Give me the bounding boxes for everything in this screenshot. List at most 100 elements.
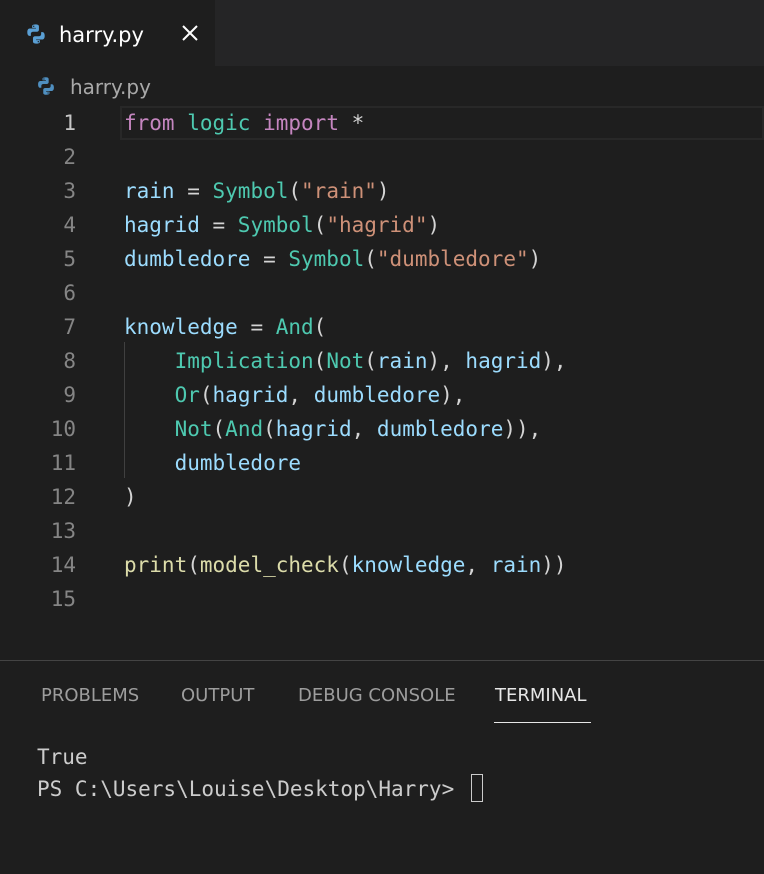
code-token: Not xyxy=(326,349,365,373)
code-token: model_check xyxy=(199,553,339,577)
code-token: , xyxy=(288,383,314,407)
code-line[interactable]: 6 xyxy=(0,276,764,310)
code-token: ( xyxy=(187,553,200,577)
line-number: 1 xyxy=(63,111,76,135)
tab-terminal[interactable]: TERMINAL xyxy=(495,683,587,709)
terminal-output: True xyxy=(37,745,88,769)
code-token: ) xyxy=(376,179,390,203)
code-token: = xyxy=(174,179,213,203)
code-token: logic xyxy=(187,111,251,135)
line-number: 2 xyxy=(63,145,76,169)
code-line[interactable]: 3 rain = Symbol("rain") xyxy=(0,174,764,208)
code-token: from xyxy=(124,111,175,135)
tab-debug-console[interactable]: DEBUG CONSOLE xyxy=(298,683,456,709)
code-token: ( xyxy=(364,349,377,373)
code-token: dumbledore xyxy=(376,417,504,441)
code-token: import xyxy=(263,111,339,135)
breadcrumb: harry.py xyxy=(0,66,764,104)
code-token: rain xyxy=(376,349,428,373)
code-token: ) xyxy=(528,247,542,271)
code-token: And xyxy=(275,315,314,339)
code-token: Symbol xyxy=(237,213,314,237)
code-text: knowledge = And( xyxy=(124,310,326,344)
code-line[interactable]: 9 Or(hagrid, dumbledore), xyxy=(0,378,764,412)
code-token: )) xyxy=(541,553,567,577)
code-token: )), xyxy=(503,417,542,441)
code-token: ( xyxy=(263,417,276,441)
code-token: knowledge xyxy=(351,553,466,577)
code-text: dumbledore = Symbol("dumbledore") xyxy=(124,242,541,276)
line-number: 13 xyxy=(50,519,76,543)
line-number: 8 xyxy=(63,349,76,373)
code-token: ), xyxy=(440,383,466,407)
line-number: 3 xyxy=(63,179,76,203)
code-token: = xyxy=(199,213,238,237)
code-line[interactable]: 13 xyxy=(0,514,764,548)
code-token: * xyxy=(338,111,365,135)
code-line[interactable]: 7 knowledge = And( xyxy=(0,310,764,344)
code-token: hagrid xyxy=(212,383,289,407)
terminal-cursor xyxy=(470,774,483,802)
code-text: rain = Symbol("rain") xyxy=(124,174,390,208)
code-line[interactable]: 14 print(model_check(knowledge, rain)) xyxy=(0,548,764,582)
code-token: Implication xyxy=(174,349,314,373)
code-editor[interactable]: 1 from logic import * 2 3 rain = Symbol("rai… xyxy=(0,104,764,660)
code-token: dumbledore xyxy=(124,247,251,271)
python-icon xyxy=(38,77,54,95)
code-line[interactable]: 15 xyxy=(0,582,764,616)
code-line[interactable]: 12) xyxy=(0,480,764,514)
code-token: ), xyxy=(541,349,567,373)
line-number: 6 xyxy=(63,281,76,305)
python-icon xyxy=(27,24,45,44)
code-token: ( xyxy=(338,553,352,577)
code-line[interactable]: 8 Implication(Not(rain), hagrid), xyxy=(0,344,764,378)
code-token: "hagrid" xyxy=(326,213,428,237)
code-line[interactable]: 5 dumbledore = Symbol("dumbledore") xyxy=(0,242,764,276)
code-token: print xyxy=(124,553,188,577)
bottom-panel: PROBLEMS OUTPUT DEBUG CONSOLE TERMINAL T… xyxy=(0,660,764,874)
tab-problems[interactable]: PROBLEMS xyxy=(41,683,139,709)
code-line[interactable]: 2 xyxy=(0,140,764,174)
code-line[interactable]: 11 dumbledore xyxy=(0,446,764,480)
code-text: Not(And(hagrid, dumbledore)), xyxy=(124,412,542,446)
close-icon[interactable] xyxy=(178,21,202,45)
breadcrumb-item-harry-py[interactable]: harry.py xyxy=(70,74,151,100)
tab-harry-py[interactable]: harry.py xyxy=(0,0,215,66)
line-number: 11 xyxy=(50,451,76,475)
code-token: Or xyxy=(174,383,200,407)
code-token: rain xyxy=(490,553,542,577)
code-token: ) xyxy=(124,485,137,509)
line-number: 15 xyxy=(50,587,76,611)
code-token: knowledge xyxy=(124,315,238,339)
code-token: ), xyxy=(427,349,466,373)
code-line[interactable]: 4 hagrid = Symbol("hagrid") xyxy=(0,208,764,242)
code-token: ( xyxy=(313,315,327,339)
code-token: And xyxy=(225,417,264,441)
code-token: dumbledore xyxy=(313,383,441,407)
code-token: Not xyxy=(174,417,213,441)
code-line[interactable]: 1 from logic import * xyxy=(0,106,764,140)
code-token: hagrid xyxy=(275,417,352,441)
line-number: 5 xyxy=(63,247,76,271)
code-text: dumbledore xyxy=(124,446,301,480)
terminal-prompt-line[interactable]: PS C:\Users\Louise\Desktop\Harry> xyxy=(37,773,483,805)
tab-label: harry.py xyxy=(59,23,144,47)
line-number: 14 xyxy=(50,553,76,577)
code-line[interactable]: 10 Not(And(hagrid, dumbledore)), xyxy=(0,412,764,446)
code-token: , xyxy=(351,417,377,441)
code-token: Symbol xyxy=(212,179,289,203)
line-number: 12 xyxy=(50,485,76,509)
code-token: ( xyxy=(212,417,226,441)
code-token: hagrid xyxy=(124,213,200,237)
code-text: hagrid = Symbol("hagrid") xyxy=(124,208,440,242)
code-token: ( xyxy=(313,213,327,237)
code-token: = xyxy=(250,247,289,271)
tab-bar: harry.py xyxy=(0,0,764,66)
tab-output[interactable]: OUTPUT xyxy=(181,683,254,709)
code-token: dumbledore xyxy=(174,451,302,475)
